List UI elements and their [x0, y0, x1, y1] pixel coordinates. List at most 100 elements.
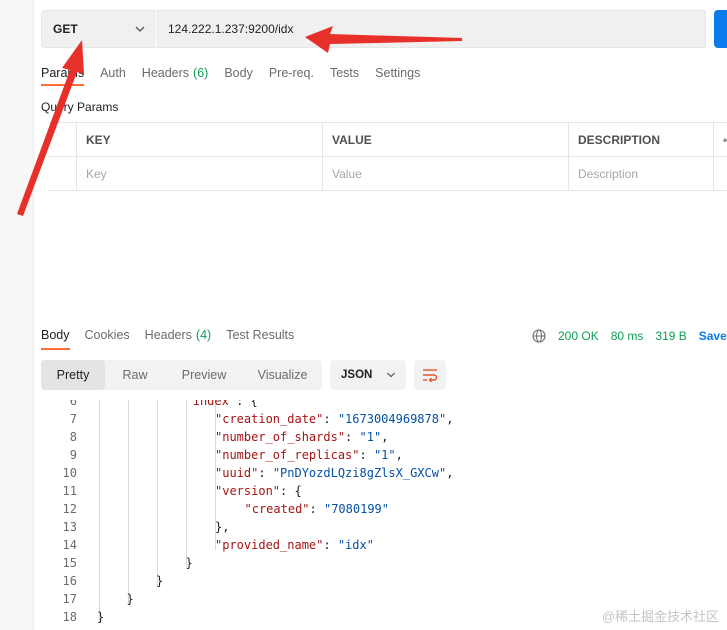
col-description: DESCRIPTION	[569, 123, 714, 156]
status-code[interactable]: 200 OK	[558, 329, 599, 343]
response-time[interactable]: 80 ms	[611, 329, 644, 343]
code-token: :	[323, 412, 338, 426]
line-number: 8	[69, 430, 77, 444]
code-text: "creation_date": "1673004969878",	[215, 410, 453, 428]
response-body-code[interactable]: 6 "index": { 7 "creation_date": "1673004969…	[33, 400, 727, 630]
response-headers-count: (4)	[195, 328, 212, 342]
code-token: }	[185, 556, 193, 570]
code-text: },	[215, 518, 229, 536]
response-status: 200 OK 80 ms 319 B Save	[532, 329, 727, 343]
code-token: "1"	[373, 448, 396, 462]
line-number: 18	[62, 610, 77, 624]
format-label: JSON	[341, 369, 373, 381]
chevron-down-icon	[135, 26, 145, 32]
code-token: "7080199"	[323, 502, 390, 516]
more-icon[interactable]: •••	[714, 123, 727, 156]
view-pretty[interactable]: Pretty	[41, 360, 105, 390]
code-token: :	[345, 430, 360, 444]
code-token: : {	[236, 400, 258, 408]
tab-response-body[interactable]: Body	[41, 328, 70, 350]
wrap-lines-icon	[423, 369, 438, 382]
params-header-row: KEY VALUE DESCRIPTION •••	[48, 123, 727, 157]
request-tabs: Params Auth Headers (6) Body Pre-req. Tes…	[41, 66, 436, 86]
tab-auth[interactable]: Auth	[100, 66, 126, 86]
code-token: :	[258, 466, 273, 480]
code-line: 7 "creation_date": "1673004969878",	[33, 410, 727, 428]
col-value: VALUE	[323, 123, 569, 156]
params-empty-row: Key Value Description	[48, 157, 727, 191]
tab-cookies[interactable]: Cookies	[85, 328, 130, 350]
tab-response-headers[interactable]: Headers (4)	[145, 328, 212, 350]
code-token: "number_of_replicas"	[215, 448, 360, 462]
code-token: }	[156, 574, 164, 588]
params-table: KEY VALUE DESCRIPTION ••• Key Value Desc…	[48, 122, 727, 191]
format-select[interactable]: JSON	[330, 360, 406, 390]
globe-icon[interactable]	[532, 329, 546, 343]
view-mode-toggle: Pretty Raw Preview Visualize	[41, 360, 322, 390]
method-select[interactable]: GET	[41, 10, 155, 48]
response-size[interactable]: 319 B	[655, 329, 686, 343]
line-number: 11	[62, 484, 77, 498]
code-text: "number_of_replicas": "1",	[215, 446, 403, 464]
code-text: "created": "7080199"	[245, 500, 390, 518]
code-token: "created"	[244, 502, 310, 516]
code-text: "number_of_shards": "1",	[215, 428, 388, 446]
tab-test-results[interactable]: Test Results	[226, 328, 294, 350]
code-text: }	[127, 590, 134, 608]
chevron-down-icon	[387, 372, 395, 378]
row-check[interactable]	[48, 157, 77, 190]
code-text: "index": {	[186, 400, 258, 410]
params-header-check	[48, 123, 77, 156]
code-text: "provided_name": "idx"	[215, 536, 374, 554]
code-token: "creation_date"	[215, 412, 324, 426]
code-token: :	[309, 502, 324, 516]
tab-body[interactable]: Body	[224, 66, 253, 86]
line-number: 7	[69, 412, 77, 426]
code-token: }	[97, 610, 105, 624]
tab-tests[interactable]: Tests	[330, 66, 359, 86]
view-raw[interactable]: Raw	[105, 360, 165, 390]
row-spacer	[714, 157, 727, 190]
wrap-lines-button[interactable]	[414, 360, 446, 390]
save-response-button[interactable]: Save	[699, 329, 727, 343]
response-tabs: Body Cookies Headers (4) Test Results	[41, 328, 309, 350]
line-number: 12	[62, 502, 77, 516]
code-line: 10 "uuid": "PnDYozdLQzi8gZlsX_GXCw",	[33, 464, 727, 482]
code-token: ,	[381, 430, 389, 444]
code-line: 16}	[33, 572, 727, 590]
code-token: "version"	[215, 484, 281, 498]
line-number: 15	[62, 556, 77, 570]
code-token: "1"	[359, 430, 382, 444]
line-number: 16	[62, 574, 77, 588]
line-number: 9	[69, 448, 77, 462]
send-button[interactable]	[714, 10, 727, 48]
tab-headers[interactable]: Headers (6)	[142, 66, 209, 86]
value-input[interactable]: Value	[323, 157, 569, 190]
code-text: }	[186, 554, 193, 572]
code-token: : {	[280, 484, 302, 498]
code-text: }	[156, 572, 163, 590]
tab-prereq[interactable]: Pre-req.	[269, 66, 314, 86]
view-preview[interactable]: Preview	[165, 360, 243, 390]
code-line: 6 "index": {	[33, 400, 727, 410]
line-number: 14	[62, 538, 77, 552]
code-line: 9 "number_of_replicas": "1",	[33, 446, 727, 464]
code-token: ,	[395, 448, 403, 462]
url-input[interactable]: 124.222.1.237:9200/idx	[156, 10, 706, 48]
line-number: 10	[62, 466, 77, 480]
code-token: },	[215, 520, 230, 534]
tab-params[interactable]: Params	[41, 66, 85, 86]
description-input[interactable]: Description	[569, 157, 714, 190]
code-line: 8 "number_of_shards": "1",	[33, 428, 727, 446]
view-visualize[interactable]: Visualize	[243, 360, 322, 390]
code-line: 11 "version": {	[33, 482, 727, 500]
url-text: 124.222.1.237:9200/idx	[168, 22, 294, 36]
code-token: ,	[446, 412, 454, 426]
key-input[interactable]: Key	[77, 157, 323, 190]
watermark: @稀土掘金技术社区	[601, 609, 719, 624]
tab-headers-label: Headers	[141, 66, 190, 80]
code-line: 14 "provided_name": "idx"	[33, 536, 727, 554]
code-token: :	[323, 538, 338, 552]
tab-settings[interactable]: Settings	[375, 66, 420, 86]
code-token: "number_of_shards"	[215, 430, 346, 444]
